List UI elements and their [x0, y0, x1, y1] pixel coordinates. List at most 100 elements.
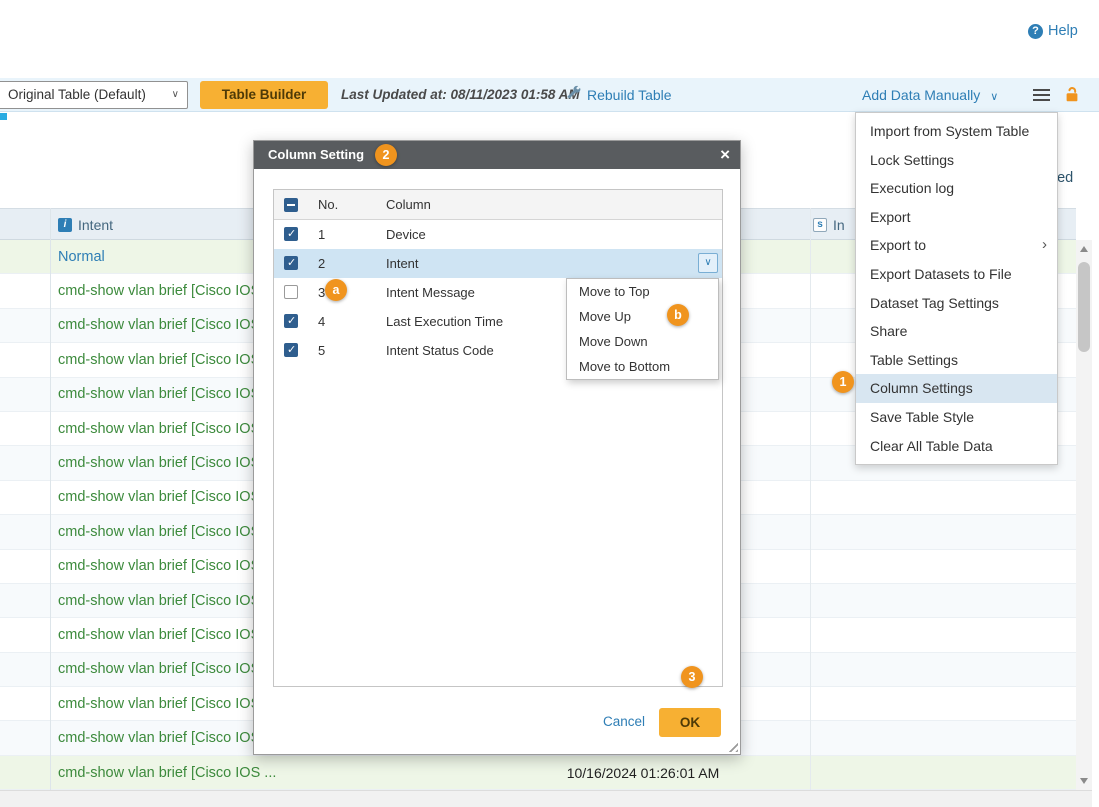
menu-item-label: Save Table Style: [870, 409, 974, 425]
intent-cell: cmd-show vlan brief [Cisco IOS ...: [58, 283, 276, 299]
intent-info-icon: i: [58, 218, 72, 232]
table-builder-button[interactable]: Table Builder: [200, 81, 328, 109]
menu-item-label: Execution log: [870, 180, 954, 196]
context-menu-item[interactable]: Move to Bottom: [567, 354, 718, 379]
menu-item[interactable]: Share: [856, 317, 1057, 346]
row-column-name: Intent Status Code: [386, 336, 494, 365]
column-divider: [50, 208, 51, 790]
last-updated-text: Last Updated at: 08/11/2023 01:58 AM: [341, 78, 580, 112]
vertical-scrollbar[interactable]: [1076, 240, 1092, 790]
column-setting-table-header: No. Column: [274, 190, 722, 220]
menu-item[interactable]: Column Settings: [856, 374, 1057, 403]
row-number: 1: [318, 220, 325, 249]
context-menu-item[interactable]: Move to Top: [567, 279, 718, 304]
menu-item[interactable]: Export: [856, 203, 1057, 232]
menu-item-label: Export: [870, 209, 910, 225]
context-menu-item-label: Move Up: [579, 309, 631, 324]
scroll-up-arrow[interactable]: [1080, 246, 1088, 252]
chevron-down-icon: ∨: [990, 91, 998, 103]
table-selector-value: Original Table (Default): [8, 87, 146, 102]
cancel-button[interactable]: Cancel: [603, 714, 645, 729]
add-data-manually-menu: Import from System Table Lock Settings E…: [855, 112, 1058, 465]
menu-item[interactable]: Execution log: [856, 174, 1057, 203]
row-number: 3: [318, 278, 325, 307]
menu-item-label: Table Settings: [870, 352, 958, 368]
intent-cell: cmd-show vlan brief [Cisco IOS ...: [58, 455, 276, 471]
scroll-down-arrow[interactable]: [1080, 778, 1088, 784]
column-divider: [810, 208, 811, 790]
menu-item[interactable]: Export to ›: [856, 231, 1057, 260]
row-number: 2: [318, 249, 325, 278]
ok-button[interactable]: OK: [659, 708, 721, 737]
execution-time-cell: 10/16/2024 01:26:01 AM: [553, 765, 733, 781]
menu-item-label: Dataset Tag Settings: [870, 295, 999, 311]
intent-cell: cmd-show vlan brief [Cisco IOS ...: [58, 558, 276, 574]
row-checkbox[interactable]: [284, 343, 298, 357]
horizontal-scrollbar[interactable]: [0, 790, 1092, 807]
intent-cell: cmd-show vlan brief [Cisco IOS ...: [58, 627, 276, 643]
rebuild-table-label: Rebuild Table: [587, 78, 672, 112]
scrollbar-thumb[interactable]: [1078, 262, 1090, 352]
unlock-icon[interactable]: [1063, 86, 1081, 104]
app-window: ? Help Original Table (Default) ∨ Table …: [0, 0, 1099, 807]
menu-item[interactable]: Export Datasets to File: [856, 260, 1057, 289]
dialog-titlebar[interactable]: Column Setting ×: [254, 141, 740, 169]
context-menu-item-label: Move Down: [579, 334, 648, 349]
intent-cell: cmd-show vlan brief [Cisco IOS ...: [58, 421, 276, 437]
table-toolbar: Original Table (Default) ∨ Table Builder…: [0, 78, 1099, 112]
intent-cell: cmd-show vlan brief [Cisco IOS ...: [58, 696, 276, 712]
select-all-checkbox[interactable]: [284, 198, 298, 212]
annotation-badge-b: b: [667, 304, 689, 326]
row-number: 5: [318, 336, 325, 365]
table-selector-dropdown[interactable]: Original Table (Default) ∨: [0, 81, 188, 109]
row-column-name: Intent Message: [386, 278, 475, 307]
row-checkbox[interactable]: [284, 227, 298, 241]
table-row[interactable]: cmd-show vlan brief [Cisco IOS ... 10/16…: [0, 756, 1076, 790]
intent-cell: cmd-show vlan brief [Cisco IOS ...: [58, 317, 276, 333]
menu-item[interactable]: Save Table Style: [856, 403, 1057, 432]
menu-item[interactable]: Dataset Tag Settings: [856, 289, 1057, 318]
move-context-menu: Move to Top Move Up Move Down Move to Bo…: [566, 278, 719, 380]
row-column-name: Last Execution Time: [386, 307, 503, 336]
intent-column-header-label: Intent: [78, 217, 113, 233]
help-link[interactable]: ? Help: [1028, 23, 1078, 39]
annotation-badge-2: 2: [375, 144, 397, 166]
chevron-down-icon: ∨: [172, 82, 179, 108]
context-menu-item[interactable]: Move Up: [567, 304, 718, 329]
row-checkbox[interactable]: [284, 256, 298, 270]
add-data-manually-link[interactable]: Add Data Manually ∨: [862, 78, 998, 114]
row-number: 4: [318, 307, 325, 336]
intent-cell: cmd-show vlan brief [Cisco IOS ...: [58, 352, 276, 368]
intent-cell: cmd-show vlan brief [Cisco IOS ...: [58, 661, 276, 677]
intent-status-header-label: In: [833, 217, 845, 233]
column-setting-row[interactable]: 1 Device: [274, 220, 722, 249]
context-menu-item[interactable]: Move Down: [567, 329, 718, 354]
hamburger-menu-icon[interactable]: [1033, 89, 1050, 102]
menu-item[interactable]: Lock Settings: [856, 146, 1057, 175]
column-setting-dialog: Column Setting × No. Column 1 Device: [253, 140, 741, 755]
help-label: Help: [1048, 23, 1078, 39]
submenu-arrow-icon: ›: [1042, 231, 1047, 260]
row-column-name: Device: [386, 220, 426, 249]
menu-item[interactable]: Table Settings: [856, 346, 1057, 375]
help-icon: ?: [1028, 24, 1043, 39]
intent-cell: cmd-show vlan brief [Cisco IOS ...: [58, 593, 276, 609]
intent-column-header[interactable]: i Intent: [58, 209, 113, 241]
intent-status-column-header[interactable]: s In: [813, 209, 845, 241]
menu-item[interactable]: Import from System Table: [856, 117, 1057, 146]
menu-item-label: Export Datasets to File: [870, 266, 1012, 282]
no-column-header: No.: [318, 190, 338, 220]
column-setting-row[interactable]: 2 Intent: [274, 249, 722, 278]
row-checkbox[interactable]: [284, 285, 298, 299]
intent-cell: cmd-show vlan brief [Cisco IOS ...: [58, 489, 276, 505]
dialog-title: Column Setting: [268, 147, 364, 162]
intent-cell: cmd-show vlan brief [Cisco IOS ...: [58, 730, 276, 746]
close-icon[interactable]: ×: [720, 141, 730, 169]
resize-grip[interactable]: [725, 739, 738, 752]
menu-item[interactable]: Clear All Table Data: [856, 432, 1057, 461]
menu-item-label: Column Settings: [870, 380, 973, 396]
row-checkbox[interactable]: [284, 314, 298, 328]
rebuild-table-link[interactable]: Rebuild Table: [566, 78, 672, 112]
menu-item-label: Lock Settings: [870, 152, 954, 168]
row-dropdown-button[interactable]: [698, 253, 718, 273]
